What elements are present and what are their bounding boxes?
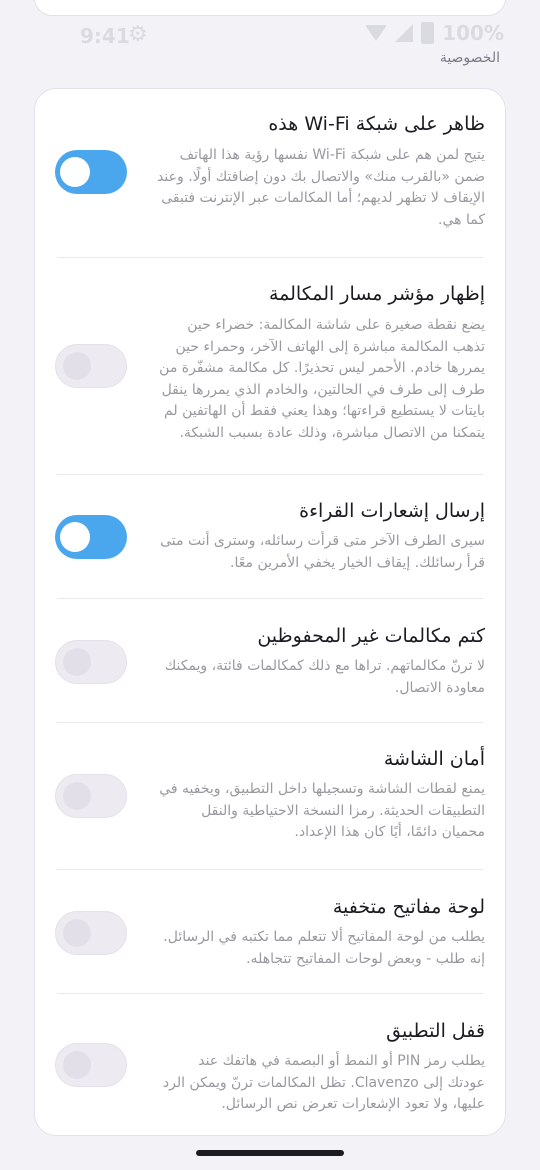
toggle-call-route-indicator: [55, 344, 127, 388]
setting-description: يمنع لقطات الشاشة وتسجيلها داخل التطبيق،…: [159, 781, 485, 840]
battery-percentage: 100%: [442, 21, 504, 45]
setting-description: يطلب رمز PIN أو النمط أو البصمة في هاتفك…: [162, 1053, 485, 1112]
toggle-knob: [60, 522, 90, 552]
toggle-screen-security: [55, 774, 127, 818]
home-indicator[interactable]: [196, 1150, 344, 1156]
setting-row-mute-unknown-callers: كتم مكالمات غير المحفوظين لا ترنّ مكالما…: [35, 599, 505, 723]
toggle-knob: [63, 352, 91, 380]
setting-description: يطلب من لوحة المفاتيح ألا تتعلم مما تكتب…: [163, 929, 485, 967]
setting-row-incognito-keyboard: لوحة مفاتيح متخفية يطلب من لوحة المفاتيح…: [35, 870, 505, 994]
setting-row-app-lock: قفل التطبيق يطلب رمز PIN أو النمط أو الب…: [35, 994, 505, 1135]
toggle-mute-unknown-callers: [55, 640, 127, 684]
toggle-knob: [63, 782, 91, 810]
setting-description: سيرى الطرف الآخر متى قرأت رسائله، وسترى …: [160, 533, 485, 571]
toggle-wifi-visibility[interactable]: [55, 150, 127, 194]
setting-description: لا ترنّ مكالماتهم. تراها مع ذلك كمكالمات…: [164, 658, 485, 696]
setting-row-wifi-visibility[interactable]: ظاهر على شبكة Wi-Fi هذه يتيح لمن هم على …: [35, 89, 505, 258]
toggle-app-lock: [55, 1043, 127, 1087]
gear-icon: ⚙: [128, 22, 148, 47]
toggle-incognito-keyboard: [55, 911, 127, 955]
battery-icon: [421, 22, 435, 44]
toggle-knob: [63, 648, 91, 676]
status-time: 9:41: [80, 24, 130, 48]
setting-row-screen-security: أمان الشاشة يمنع لقطات الشاشة وتسجيلها د…: [35, 723, 505, 870]
setting-description: يضع نقطة صغيرة على شاشة المكالمة: خضراء …: [159, 317, 485, 441]
toggle-knob: [63, 919, 91, 947]
toggle-knob: [60, 157, 90, 187]
privacy-settings-card: ظاهر على شبكة Wi-Fi هذه يتيح لمن هم على …: [34, 88, 506, 1136]
setting-row-call-route-indicator: إظهار مؤشر مسار المكالمة يضع نقطة صغيرة …: [35, 258, 505, 475]
setting-title: إظهار مؤشر مسار المكالمة: [268, 283, 485, 305]
setting-title: أمان الشاشة: [383, 748, 485, 770]
wifi-icon: [365, 25, 388, 41]
setting-title: قفل التطبيق: [386, 1020, 485, 1042]
setting-title: ظاهر على شبكة Wi-Fi هذه: [268, 113, 485, 135]
toggle-read-receipts[interactable]: [55, 515, 127, 559]
signal-icon: [395, 24, 414, 42]
previous-settings-card: [34, 0, 506, 16]
toggle-knob: [63, 1051, 91, 1079]
setting-description: يتيح لمن هم على شبكة Wi-Fi نفسها رؤية هذ…: [157, 147, 485, 228]
status-bar: 9:41 ⚙ 100%: [0, 18, 540, 52]
section-label-privacy: الخصوصية: [439, 50, 500, 66]
setting-row-read-receipts[interactable]: إرسال إشعارات القراءة سيرى الطرف الآخر م…: [35, 475, 505, 599]
status-icons: 100%: [365, 21, 504, 45]
